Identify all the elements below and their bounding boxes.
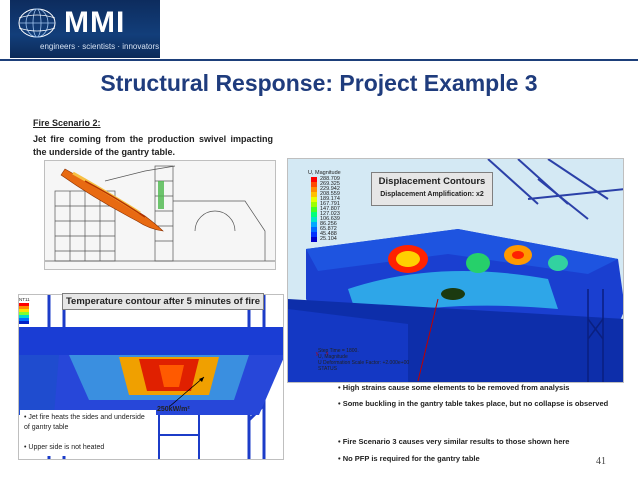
left-bullet: • Upper side is not heated (24, 444, 105, 451)
displacement-contours-title: Displacement Contours (378, 176, 486, 187)
fire-scenario-heading: Fire Scenario 2: (33, 118, 101, 128)
temperature-contour-label: Temperature contour after 5 minutes of f… (62, 293, 264, 310)
header-divider (0, 59, 638, 61)
logo-text: MMI (64, 6, 126, 39)
simulation-info: Step Time = 1800. U, Magnitude U Deforma… (318, 348, 409, 372)
right-bullet: • No PFP is required for the gantry tabl… (338, 454, 480, 463)
displacement-contours-label: Displacement Contours Displacement Ampli… (371, 172, 493, 206)
sim-status: STATUS (318, 366, 337, 372)
fire-scenario-description: Jet fire coming from the production swiv… (33, 134, 273, 157)
mmi-logo: MMI engineers · scientists · innovators (10, 0, 160, 58)
right-bullet: • Fire Scenario 3 causes very similar re… (338, 437, 570, 446)
right-bullet: • Some buckling in the gantry table take… (338, 399, 609, 408)
globe-logo-icon (18, 8, 56, 38)
slide-title: Structural Response: Project Example 3 (100, 70, 538, 96)
left-bullet: • Jet fire heats the sides and underside… (24, 414, 145, 431)
page-number: 41 (596, 456, 606, 467)
heat-flux-label: 250kW/m² (157, 406, 190, 413)
temperature-legend: NT11 (19, 297, 49, 324)
platform-model-image (44, 160, 276, 270)
displacement-amplification: Displacement Amplification: x2 (380, 191, 484, 198)
temperature-legend-title: NT11 (19, 297, 30, 302)
left-bullet-list: • Jet fire heats the sides and underside… (20, 410, 156, 456)
temp-swatch (19, 321, 29, 324)
logo-tagline: engineers · scientists · innovators (40, 42, 160, 51)
magnitude-legend-swatch (311, 237, 317, 242)
magnitude-legend-value: 25.104 (320, 236, 337, 242)
right-bullet: • High strains cause some elements to be… (338, 383, 570, 392)
header: MMI engineers · scientists · innovators (0, 0, 638, 61)
